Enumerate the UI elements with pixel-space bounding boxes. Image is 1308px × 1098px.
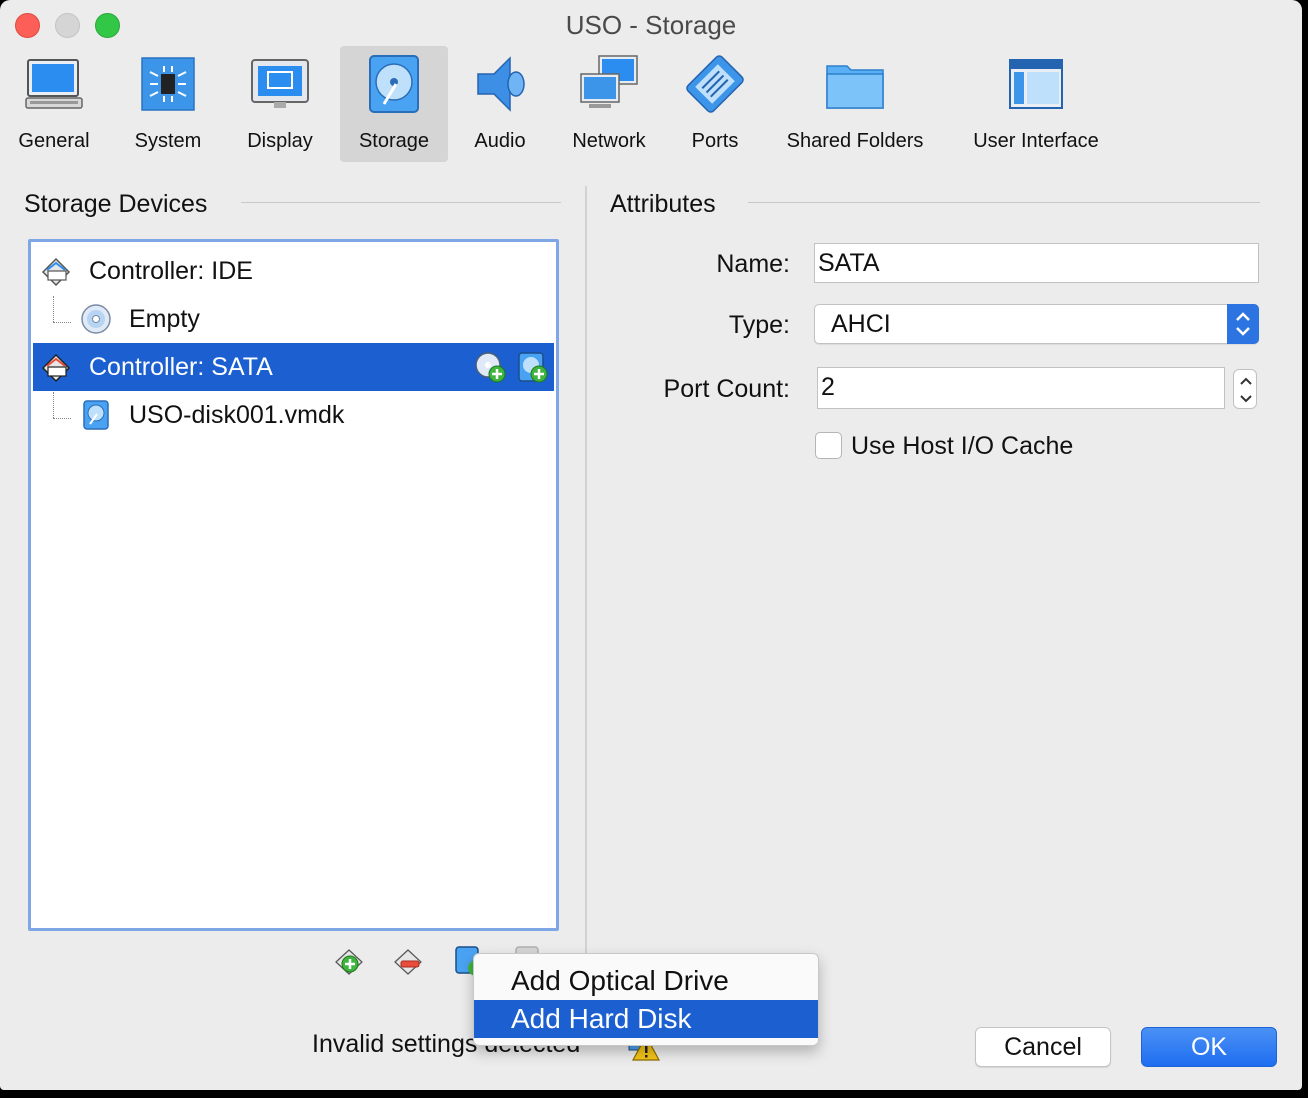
type-select-value: AHCI	[831, 310, 891, 338]
background-edge	[1302, 0, 1308, 1098]
tree-item-label: Controller: IDE	[89, 256, 253, 285]
use-host-io-cache-checkbox[interactable]	[815, 432, 842, 459]
add-controller-icon[interactable]	[333, 944, 367, 978]
add-hard-disk-icon[interactable]	[515, 350, 549, 384]
port-count-field[interactable]: 2	[817, 367, 1225, 409]
general-monitor-icon	[25, 59, 83, 109]
tab-network[interactable]: Network	[560, 46, 658, 162]
storage-disk-icon	[369, 55, 419, 113]
tree-item-label: Controller: SATA	[89, 352, 273, 381]
tab-display[interactable]: Display	[232, 46, 328, 162]
tab-general[interactable]: General	[6, 46, 102, 162]
storage-tree[interactable]: Controller: IDE Empty Controller: SATA U…	[28, 239, 559, 931]
menu-item-add-optical-drive[interactable]: Add Optical Drive	[474, 962, 818, 1000]
sata-controller-icon	[41, 353, 71, 383]
menu-item-add-hard-disk[interactable]: Add Hard Disk	[474, 1000, 818, 1038]
chip-icon	[141, 57, 195, 111]
tree-item-hard-disk[interactable]: USO-disk001.vmdk	[33, 391, 554, 439]
tab-storage[interactable]: Storage	[340, 46, 448, 162]
use-host-io-cache-label[interactable]: Use Host I/O Cache	[851, 432, 1073, 461]
tree-item-label: Empty	[129, 304, 200, 333]
tab-ports[interactable]: Ports	[672, 46, 758, 162]
cancel-button[interactable]: Cancel	[975, 1027, 1111, 1067]
attributes-heading: Attributes	[610, 190, 716, 218]
attributes-heading-rule	[748, 202, 1260, 203]
panel-divider	[585, 186, 587, 966]
window-title: USO - Storage	[565, 10, 737, 40]
name-field[interactable]: SATA	[814, 243, 1259, 283]
remove-controller-icon[interactable]	[392, 944, 426, 978]
tab-network-label: Network	[572, 130, 646, 152]
ports-icon	[686, 55, 744, 113]
speaker-icon	[477, 56, 525, 112]
storage-devices-heading: Storage Devices	[24, 190, 208, 218]
type-label: Type:	[728, 311, 790, 339]
port-count-stepper[interactable]	[1233, 369, 1257, 409]
tab-user-interface-label: User Interface	[973, 130, 1099, 152]
stepper-arrows-icon	[1240, 377, 1252, 403]
tree-item-controller-sata[interactable]: Controller: SATA	[33, 343, 554, 391]
window-ui-icon	[1009, 59, 1063, 109]
settings-window: USO - Storage General System Display Sto…	[0, 0, 1302, 1090]
tab-shared-folders-label: Shared Folders	[786, 130, 924, 152]
tab-system-label: System	[134, 130, 202, 152]
settings-toolbar: General System Display Storage Audio Net…	[0, 46, 1302, 162]
tab-audio-label: Audio	[474, 130, 526, 152]
tab-general-label: General	[18, 130, 90, 152]
select-arrows-icon	[1227, 304, 1259, 344]
tab-storage-label: Storage	[358, 130, 430, 152]
network-icon	[580, 55, 638, 108]
add-optical-drive-icon[interactable]	[473, 350, 507, 384]
tab-system[interactable]: System	[120, 46, 216, 162]
storage-heading-rule	[241, 202, 561, 203]
port-count-label: Port Count:	[663, 375, 790, 403]
type-select[interactable]: AHCI	[814, 304, 1259, 344]
tab-user-interface[interactable]: User Interface	[956, 46, 1116, 162]
display-icon	[251, 59, 309, 108]
tree-item-controller-ide[interactable]: Controller: IDE	[33, 247, 554, 295]
name-label: Name:	[716, 250, 790, 278]
title-bar: USO - Storage	[0, 0, 1302, 46]
hard-disk-icon	[83, 400, 109, 430]
ide-controller-icon	[41, 257, 71, 287]
tree-item-empty-optical[interactable]: Empty	[33, 295, 554, 343]
folder-icon	[826, 65, 884, 109]
add-attachment-menu: Add Optical Drive Add Hard Disk	[473, 953, 819, 1046]
tab-ports-label: Ports	[691, 130, 739, 152]
tree-item-label: USO-disk001.vmdk	[129, 400, 345, 429]
optical-disc-icon	[81, 304, 111, 334]
tab-audio[interactable]: Audio	[458, 46, 542, 162]
tab-shared-folders[interactable]: Shared Folders	[774, 46, 936, 162]
ok-button[interactable]: OK	[1141, 1027, 1277, 1067]
tab-display-label: Display	[247, 130, 313, 152]
